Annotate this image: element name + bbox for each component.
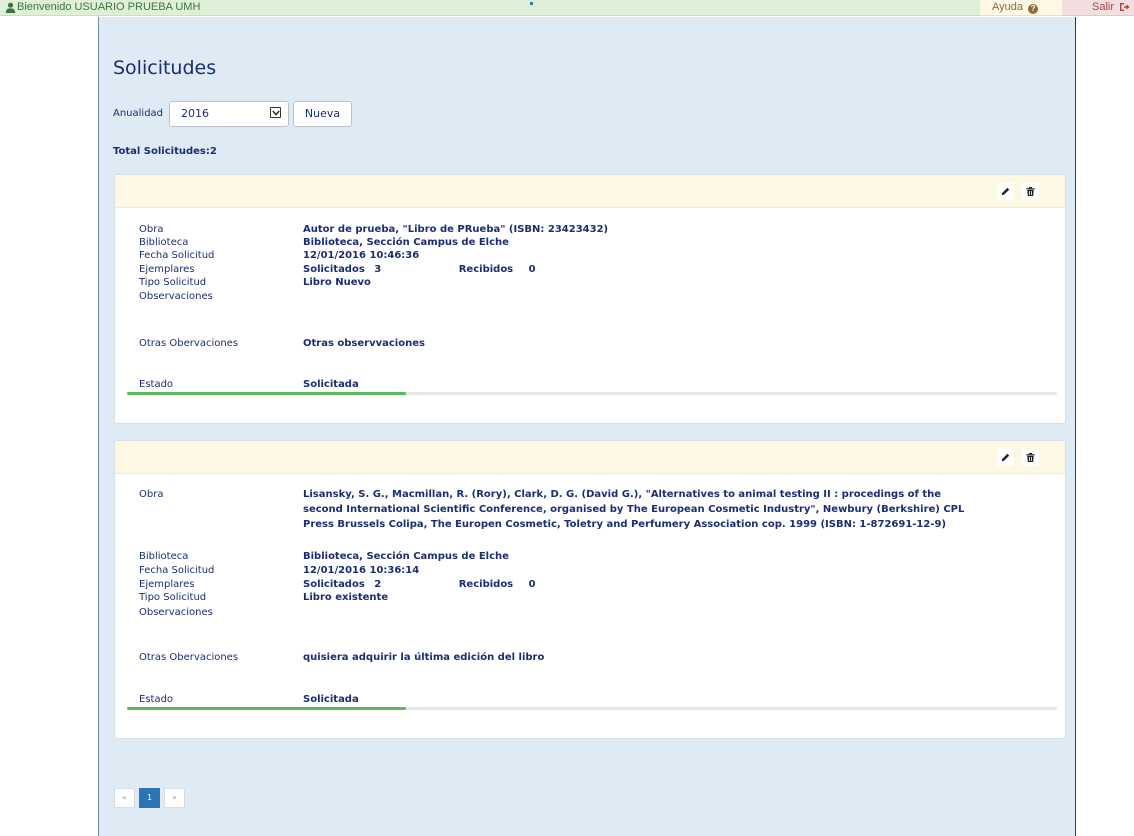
recibidos-value: 0 (528, 579, 536, 590)
otras-label: Otras Obervaciones (139, 338, 239, 349)
welcome-bar: Bienvenido USUARIO PRUEBA UMH (0, 0, 980, 16)
total-requests-label: Total Solicitudes: (113, 146, 210, 157)
welcome-text: Bienvenido USUARIO PRUEBA UMH (17, 1, 201, 13)
trash-icon (1026, 187, 1035, 196)
year-filter-label: Anualidad (113, 108, 164, 119)
biblioteca-label: Biblioteca (139, 551, 189, 562)
pagination-prev[interactable]: « (114, 788, 135, 808)
otras-label: Otras Obervaciones (139, 652, 239, 663)
pencil-icon (1001, 453, 1010, 462)
request-card-header (115, 175, 1065, 208)
solicitados-value: 2 (374, 579, 382, 590)
obra-value: Lisansky, S. G., Macmillan, R. (Rory), C… (303, 489, 965, 530)
estado-value: Solicitada (303, 694, 359, 705)
recibidos-label: Recibidos (458, 579, 514, 590)
edit-button[interactable] (997, 449, 1014, 466)
ejemplares-label: Ejemplares (139, 579, 195, 590)
otras-value: Otras observvaciones (303, 338, 425, 349)
fecha-label: Fecha Solicitud (139, 565, 215, 576)
logout-link[interactable]: Salir (1062, 0, 1134, 16)
solicitados-label: Solicitados (303, 264, 365, 275)
year-select-value: 2016 (181, 107, 209, 120)
estado-label: Estado (139, 379, 174, 390)
pagination-page-1[interactable]: 1 (139, 788, 160, 808)
sign-out-icon (1120, 3, 1130, 11)
top-bar: Bienvenido USUARIO PRUEBA UMH Ayuda ? Sa… (0, 0, 1134, 16)
request-card-header (115, 441, 1065, 474)
ejemplares-value: Solicitados 2 Recibidos 0 (303, 579, 536, 590)
help-link[interactable]: Ayuda ? (980, 0, 1062, 16)
solicitados-value: 3 (374, 264, 382, 275)
obra-value: Autor de prueba, "Libro de PRueba" (ISBN… (303, 224, 609, 235)
biblioteca-label: Biblioteca (139, 237, 189, 248)
delete-button[interactable] (1022, 449, 1039, 466)
biblioteca-value: Biblioteca, Sección Campus de Elche (303, 551, 509, 562)
ejemplares-label: Ejemplares (139, 264, 195, 275)
status-progress-bar (127, 392, 1057, 395)
request-card: Obra Autor de prueba, "Libro de PRueba" … (114, 174, 1066, 424)
top-accent-mark (530, 2, 533, 5)
page-title: Solicitudes (113, 57, 217, 79)
fecha-label: Fecha Solicitud (139, 250, 215, 261)
chevron-down-icon (270, 107, 281, 118)
tipo-label: Tipo Solicitud (139, 592, 207, 603)
total-requests: Total Solicitudes:2 (113, 146, 217, 157)
question-circle-icon: ? (1028, 4, 1039, 14)
status-progress-bar (127, 707, 1057, 710)
pencil-icon (1001, 187, 1010, 196)
total-requests-value: 2 (209, 146, 217, 157)
request-card: Obra Lisansky, S. G., Macmillan, R. (Ror… (114, 440, 1066, 739)
estado-label: Estado (139, 694, 174, 705)
tipo-value: Libro existente (303, 592, 389, 603)
solicitados-label: Solicitados (303, 579, 365, 590)
main-panel: Solicitudes Anualidad 2016 Nueva Total S… (98, 17, 1076, 836)
user-icon (5, 2, 16, 13)
status-progress-fill (127, 707, 406, 710)
estado-value: Solicitada (303, 379, 359, 390)
delete-button[interactable] (1022, 183, 1039, 200)
help-label: Ayuda (992, 1, 1023, 13)
obra-label: Obra (139, 489, 164, 500)
observaciones-label: Observaciones (139, 607, 213, 618)
status-progress-fill (127, 392, 406, 395)
pagination-next[interactable]: » (164, 788, 185, 808)
edit-button[interactable] (997, 183, 1014, 200)
trash-icon (1026, 453, 1035, 462)
otras-value: quisiera adquirir la última edición del … (303, 652, 545, 663)
fecha-value: 12/01/2016 10:46:36 (303, 250, 420, 261)
observaciones-label: Observaciones (139, 291, 213, 302)
logout-label: Salir (1092, 1, 1115, 13)
recibidos-label: Recibidos (458, 264, 514, 275)
recibidos-value: 0 (528, 264, 536, 275)
obra-label: Obra (139, 224, 164, 235)
biblioteca-value: Biblioteca, Sección Campus de Elche (303, 237, 509, 248)
fecha-value: 12/01/2016 10:36:14 (303, 565, 420, 576)
year-select[interactable]: 2016 (169, 101, 289, 127)
new-request-button[interactable]: Nueva (293, 101, 352, 127)
ejemplares-value: Solicitados 3 Recibidos 0 (303, 264, 536, 275)
tipo-value: Libro Nuevo (303, 277, 371, 288)
tipo-label: Tipo Solicitud (139, 277, 207, 288)
